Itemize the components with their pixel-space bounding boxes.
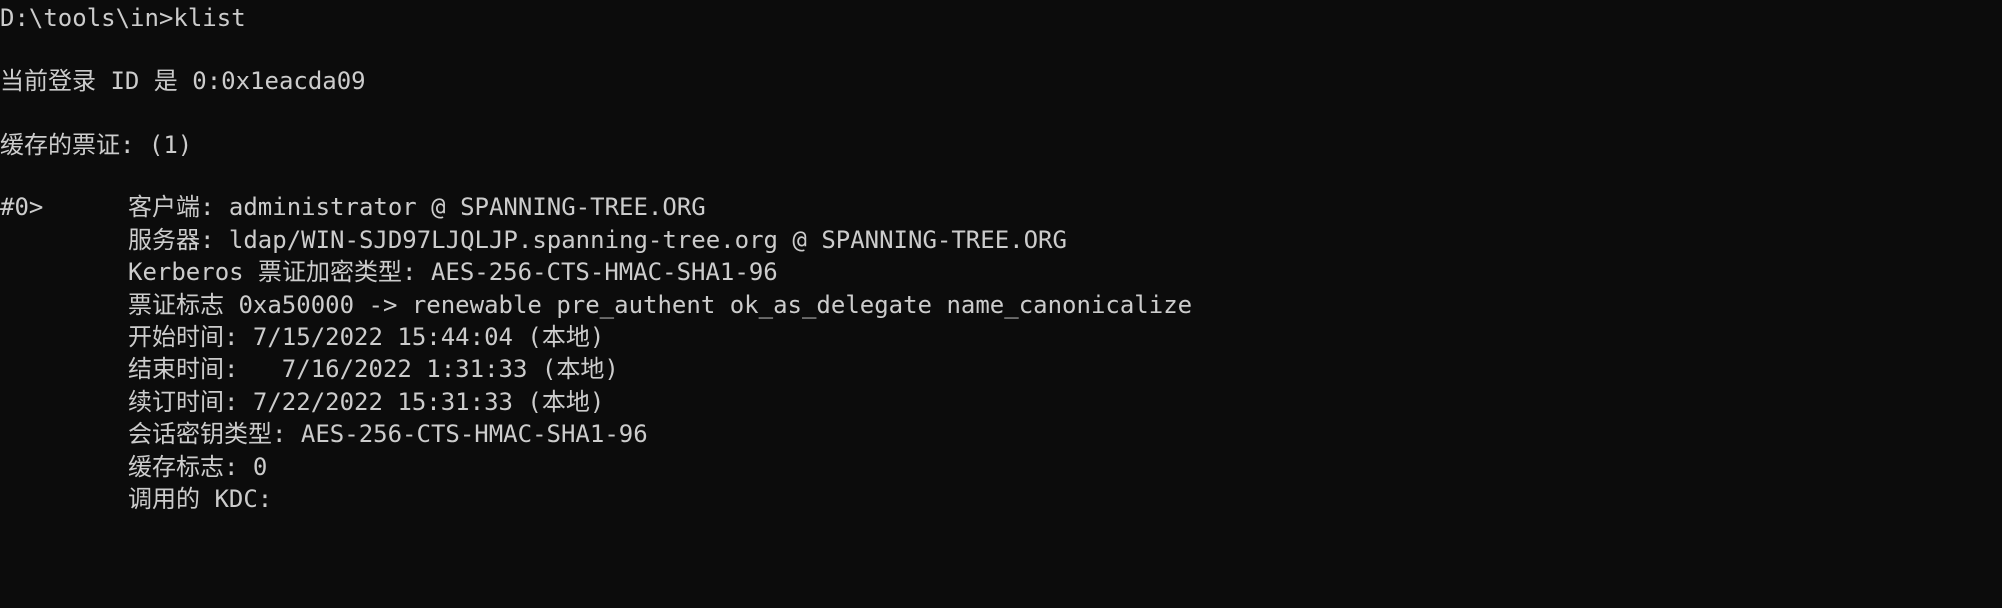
server-line: 服务器: ldap/WIN-SJD97LJQLJP.spanning-tree.… — [128, 226, 1067, 254]
cache-flags-line: 缓存标志: 0 — [128, 453, 268, 481]
start-time-line: 开始时间: 7/15/2022 15:44:04 (本地) — [128, 323, 605, 351]
encryption-type-line: Kerberos 票证加密类型: AES-256-CTS-HMAC-SHA1-9… — [128, 258, 778, 286]
client-line: 客户端: administrator @ SPANNING-TREE.ORG — [128, 193, 706, 221]
terminal-window[interactable]: D:\tools\in>klist 当前登录 ID 是 0:0x1eacda09… — [0, 0, 2002, 530]
ticket-flags-line: 票证标志 0xa50000 -> renewable pre_authent o… — [128, 291, 1193, 319]
kdc-called-line: 调用的 KDC: — [128, 485, 273, 513]
ticket-id: #0> — [0, 193, 44, 221]
logon-id-line: 当前登录 ID 是 0:0x1eacda09 — [0, 67, 366, 95]
end-time-line: 结束时间: 7/16/2022 1:31:33 (本地) — [128, 355, 619, 383]
session-key-type-line: 会话密钥类型: AES-256-CTS-HMAC-SHA1-96 — [128, 420, 648, 448]
command-prompt-line: D:\tools\in>klist — [0, 4, 246, 32]
cached-tickets-line: 缓存的票证: (1) — [0, 131, 193, 159]
renew-time-line: 续订时间: 7/22/2022 15:31:33 (本地) — [128, 388, 605, 416]
